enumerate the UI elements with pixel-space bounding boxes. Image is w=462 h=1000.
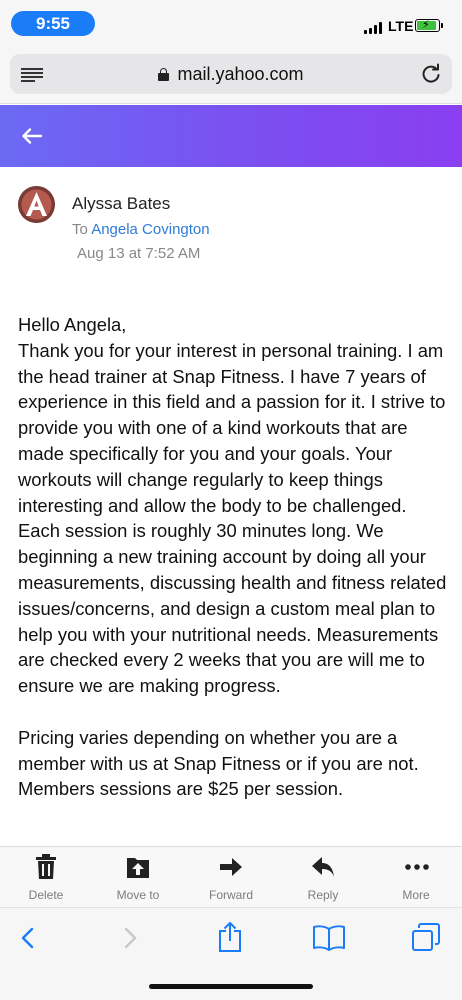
email-date: Aug 13 at 7:52 AM (77, 245, 201, 262)
network-type: LTE (388, 18, 414, 34)
sender-name[interactable]: Alyssa Bates (72, 194, 170, 214)
tabs-icon[interactable] (411, 922, 441, 952)
cellular-signal-icon (364, 22, 384, 34)
battery-icon: ⚡ (415, 19, 440, 32)
url-display[interactable]: mail.yahoo.com (10, 54, 452, 94)
recipient-line: To Angela Covington (72, 221, 210, 238)
trash-icon (36, 854, 56, 879)
reply-button[interactable]: Reply (277, 847, 369, 908)
home-indicator[interactable] (149, 984, 313, 989)
lock-icon (158, 68, 170, 81)
recipient-name[interactable]: Angela Covington (91, 221, 209, 238)
more-button[interactable]: More (370, 847, 462, 908)
reply-arrow-icon (312, 857, 334, 877)
forward-arrow-icon (220, 858, 242, 876)
move-to-label: Move to (116, 888, 160, 902)
move-folder-icon (127, 858, 149, 878)
more-label: More (402, 888, 430, 902)
status-bar: 9:55 LTE ⚡ (0, 0, 462, 46)
url-text: mail.yahoo.com (177, 64, 304, 84)
sender-avatar[interactable] (18, 186, 55, 223)
avatar-logo-icon (18, 186, 55, 223)
browser-toolbar: mail.yahoo.com (0, 46, 462, 104)
reload-icon[interactable] (420, 63, 442, 85)
email-header-info: Alyssa Bates To Angela Covington Aug 13 … (0, 170, 462, 270)
move-to-button[interactable]: Move to (92, 847, 184, 908)
status-time[interactable]: 9:55 (11, 11, 95, 36)
bookmarks-icon[interactable] (312, 924, 346, 952)
email-action-toolbar: Delete Move to Forward Reply More (0, 846, 462, 907)
email-body: Hello Angela, Thank you for your interes… (18, 314, 447, 800)
delete-label: Delete (28, 888, 64, 902)
mail-header (0, 105, 462, 167)
browser-forward-icon[interactable] (118, 925, 140, 951)
back-arrow-icon[interactable] (19, 123, 45, 149)
delete-button[interactable]: Delete (0, 847, 92, 908)
address-bar[interactable]: mail.yahoo.com (10, 54, 452, 94)
battery-cap (441, 23, 443, 28)
to-label: To (72, 221, 88, 238)
share-icon[interactable] (216, 921, 244, 953)
more-dots-icon (405, 864, 429, 870)
reply-label: Reply (307, 888, 339, 902)
forward-label: Forward (208, 888, 253, 902)
browser-back-icon[interactable] (18, 925, 40, 951)
forward-button[interactable]: Forward (185, 847, 277, 908)
